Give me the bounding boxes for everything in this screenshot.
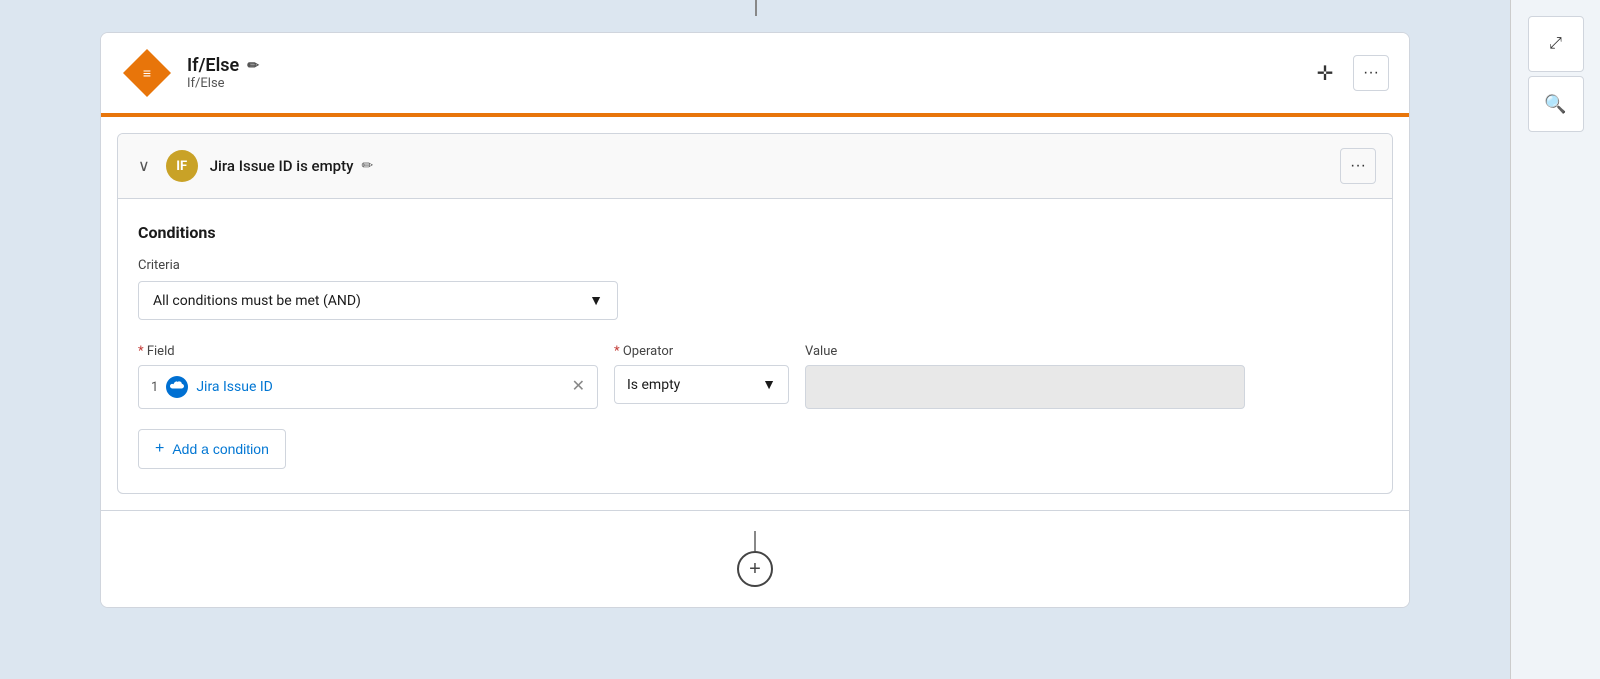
move-button[interactable]: ✛ (1307, 55, 1343, 91)
ellipsis-icon: ··· (1363, 64, 1379, 82)
plus-icon: + (155, 440, 164, 458)
add-step-button[interactable]: + (737, 551, 773, 587)
required-asterisk: * (138, 344, 147, 359)
field-label: * Field (138, 344, 598, 359)
field-input[interactable]: 1 Jira Issue ID ✕ (138, 365, 598, 409)
collapse-sidebar-button[interactable]: ⤢ (1528, 16, 1584, 72)
conditions-title: Conditions (138, 223, 1372, 242)
field-clear-button[interactable]: ✕ (572, 379, 585, 395)
svg-text:≡: ≡ (143, 65, 151, 81)
bottom-section: + (101, 510, 1409, 607)
if-badge: IF (166, 150, 198, 182)
salesforce-logo (166, 376, 188, 398)
criteria-value: All conditions must be met (AND) (153, 293, 361, 309)
conditions-body: Conditions Criteria All conditions must … (118, 199, 1392, 493)
card-title: If/Else ✏ (187, 55, 259, 76)
diamond-icon: ≡ (121, 47, 173, 99)
if-else-card: ≡ If/Else ✏ If/Else ✛ (100, 32, 1410, 608)
value-group: Value (805, 344, 1245, 409)
if-header-left: ∨ IF Jira Issue ID is empty ✏ (134, 150, 373, 182)
orange-bar (101, 113, 1409, 117)
criteria-chevron-icon: ▼ (589, 292, 603, 309)
title-edit-icon[interactable]: ✏ (247, 58, 259, 74)
operator-required-asterisk: * (614, 344, 623, 359)
operator-label: * Operator (614, 344, 789, 359)
if-header: ∨ IF Jira Issue ID is empty ✏ ··· (118, 134, 1392, 199)
card-header-right: ✛ ··· (1307, 55, 1389, 91)
if-section: ∨ IF Jira Issue ID is empty ✏ ··· Cond (117, 133, 1393, 494)
card-title-block: If/Else ✏ If/Else (187, 55, 259, 91)
operator-group: * Operator Is empty ▼ (614, 344, 789, 404)
right-sidebar: ⤢ 🔍 (1510, 0, 1600, 679)
search-sidebar-button[interactable]: 🔍 (1528, 76, 1584, 132)
operator-value: Is empty (627, 377, 680, 393)
bottom-connector-line (754, 531, 756, 551)
card-header: ≡ If/Else ✏ If/Else ✛ (101, 33, 1409, 113)
field-group: * Field 1 Jira Issue ID ✕ (138, 344, 598, 409)
collapse-button[interactable]: ∨ (134, 152, 154, 180)
criteria-select[interactable]: All conditions must be met (AND) ▼ (138, 281, 618, 320)
add-condition-button[interactable]: + Add a condition (138, 429, 286, 469)
card-subtitle: If/Else (187, 76, 259, 91)
field-number: 1 (151, 380, 158, 395)
move-icon: ✛ (1317, 61, 1334, 86)
add-circle-icon: + (749, 558, 761, 581)
add-condition-label: Add a condition (172, 441, 269, 457)
field-value: Jira Issue ID (196, 379, 273, 395)
criteria-label: Criteria (138, 258, 1372, 273)
if-ellipsis-icon: ··· (1350, 157, 1366, 175)
value-label: Value (805, 344, 1245, 359)
card-header-left: ≡ If/Else ✏ If/Else (121, 47, 259, 99)
search-icon: 🔍 (1544, 94, 1566, 115)
value-input[interactable] (805, 365, 1245, 409)
collapse-icon: ⤢ (1549, 35, 1562, 53)
if-more-options-button[interactable]: ··· (1340, 148, 1376, 184)
operator-chevron-icon: ▼ (762, 376, 776, 393)
chevron-down-icon: ∨ (138, 158, 150, 175)
if-title: Jira Issue ID is empty ✏ (210, 157, 373, 175)
field-row: * Field 1 Jira Issue ID ✕ (138, 344, 1372, 409)
more-options-button[interactable]: ··· (1353, 55, 1389, 91)
if-title-edit-icon[interactable]: ✏ (361, 158, 373, 174)
operator-select[interactable]: Is empty ▼ (614, 365, 789, 404)
